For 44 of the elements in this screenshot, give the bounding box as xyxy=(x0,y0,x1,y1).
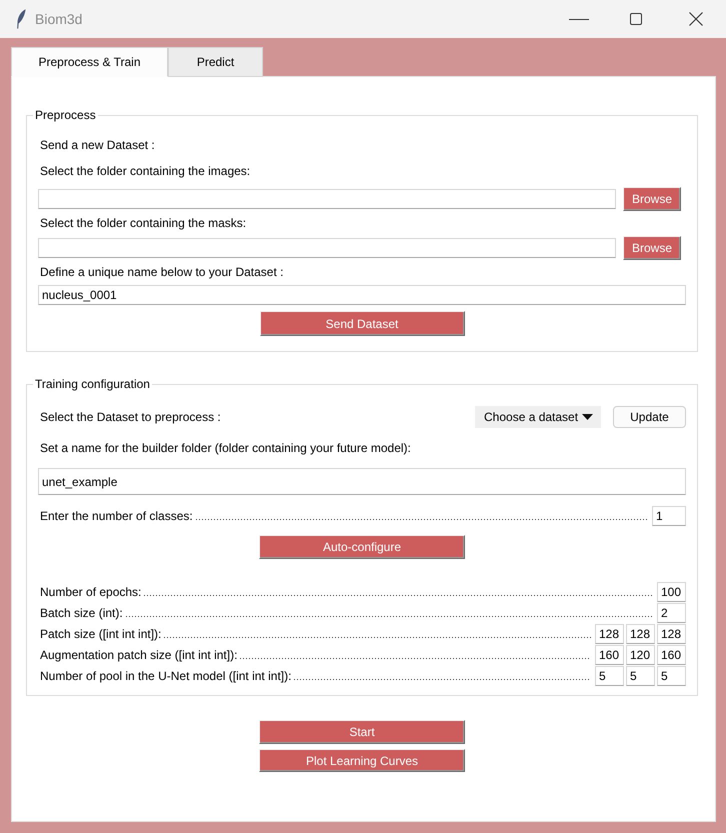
update-button[interactable]: Update xyxy=(613,406,686,428)
plot-curves-button[interactable]: Plot Learning Curves xyxy=(259,749,465,772)
folder-path-field[interactable] xyxy=(38,189,616,209)
tab[interactable]: Preprocess & Train xyxy=(11,47,168,77)
dataset-dropdown[interactable]: Choose a dataset xyxy=(475,406,601,428)
field-label: Set a name for the builder folder (folder containing your future model): xyxy=(39,440,412,457)
caret-icon xyxy=(582,414,593,420)
window-title: Biom3d xyxy=(35,10,82,29)
number-field[interactable]: 160 xyxy=(657,644,686,664)
number-field[interactable]: 160 xyxy=(595,644,624,664)
number-field[interactable]: 5 xyxy=(595,666,624,686)
number-field[interactable]: 128 xyxy=(657,624,686,644)
maximize-icon[interactable] xyxy=(630,13,642,25)
field-label: Select the folder containing the masks: xyxy=(39,215,248,232)
browse-button[interactable]: Browse xyxy=(623,236,681,260)
auto-configure-button[interactable]: Auto-configure xyxy=(259,535,465,559)
start-button[interactable]: Start xyxy=(259,720,465,744)
field-label: Patch size ([int int int]): xyxy=(39,626,162,642)
field-label: Augmentation patch size ([int int int]): xyxy=(39,646,238,664)
field-label: Number of epochs: xyxy=(39,584,142,600)
field-label: Select the folder containing the images: xyxy=(39,163,252,180)
number-field[interactable]: 5 xyxy=(626,666,655,686)
folder-path-field[interactable] xyxy=(38,238,616,258)
field-label: Select the Dataset to preprocess : xyxy=(39,409,222,426)
browse-button[interactable]: Browse xyxy=(623,187,681,211)
close-icon[interactable] xyxy=(689,12,703,26)
dataset-name-field[interactable]: nucleus_0001 xyxy=(38,285,686,305)
send-dataset-button[interactable]: Send Dataset xyxy=(260,311,464,336)
tab[interactable]: Predict xyxy=(168,47,263,77)
field-label: Number of pool in the U-Net model ([int int int]): xyxy=(39,668,292,684)
number-field[interactable]: 100 xyxy=(657,582,686,602)
feather-icon xyxy=(16,9,26,29)
section-heading: Send a new Dataset : xyxy=(39,137,156,154)
number-field[interactable]: 5 xyxy=(657,666,686,686)
minimize-icon[interactable] xyxy=(569,18,589,20)
number-field[interactable]: 128 xyxy=(595,624,624,644)
number-field[interactable]: 120 xyxy=(626,644,655,664)
number-field[interactable]: 1 xyxy=(652,506,686,526)
field-label: Batch size (int): xyxy=(39,604,123,622)
number-field[interactable]: 128 xyxy=(626,624,655,644)
number-field[interactable]: 2 xyxy=(657,602,686,622)
field-label: Enter the number of classes: xyxy=(39,508,193,524)
builder-name-field[interactable]: unet_example xyxy=(38,468,686,495)
field-label: Define a unique name below to your Dataset : xyxy=(39,264,284,281)
